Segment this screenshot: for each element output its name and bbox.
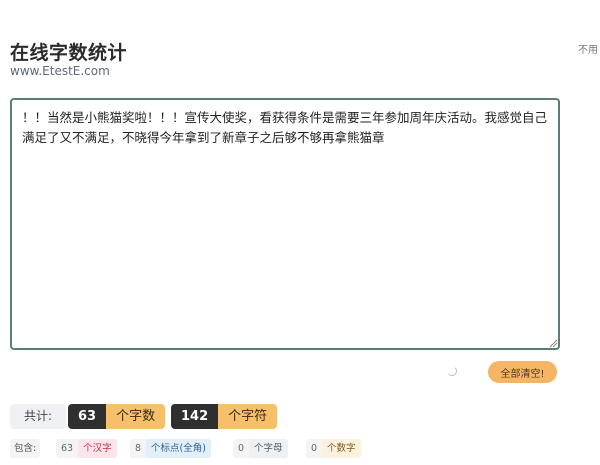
char-count-value: 142 <box>171 404 219 429</box>
letter-count-label: 个字母 <box>249 439 288 458</box>
punct-count-label: 个标点(全角) <box>146 439 211 458</box>
char-count-label: 个字符 <box>218 404 278 429</box>
char-count-stat: 142 个字符 <box>171 404 278 429</box>
punct-count-value: 8 <box>135 443 142 454</box>
word-count-stat: 63 个字数 <box>68 404 166 429</box>
letter-count-badge: 0 个字母 <box>233 439 288 458</box>
resize-handle-icon[interactable] <box>549 339 558 348</box>
total-label: 共计: <box>10 404 66 429</box>
letter-count-value: 0 <box>238 443 245 454</box>
loading-spinner-icon <box>447 366 457 376</box>
digit-count-badge: 0 个数字 <box>306 439 361 458</box>
han-count-value: 63 <box>61 443 74 454</box>
punct-count-badge: 8 个标点(全角) <box>130 439 211 458</box>
site-url[interactable]: www.EtestE.com <box>10 64 110 78</box>
word-count-label: 个字数 <box>106 404 166 429</box>
text-input-area[interactable]: ！！当然是小熊猫奖啦！！！宣传大使奖，看获得条件是需要三年参加周年庆活动。我感觉… <box>10 98 560 350</box>
digit-count-label: 个数字 <box>322 439 361 458</box>
digit-count-value: 0 <box>311 443 318 454</box>
han-count-label: 个汉字 <box>78 439 117 458</box>
han-count-badge: 63 个汉字 <box>56 439 117 458</box>
page-title: 在线字数统计 <box>10 42 128 64</box>
word-count-value: 63 <box>68 404 107 429</box>
contains-label: 包含: <box>10 439 41 458</box>
side-note: 不用 <box>578 45 598 56</box>
clear-all-button[interactable]: 全部清空! <box>488 361 557 383</box>
